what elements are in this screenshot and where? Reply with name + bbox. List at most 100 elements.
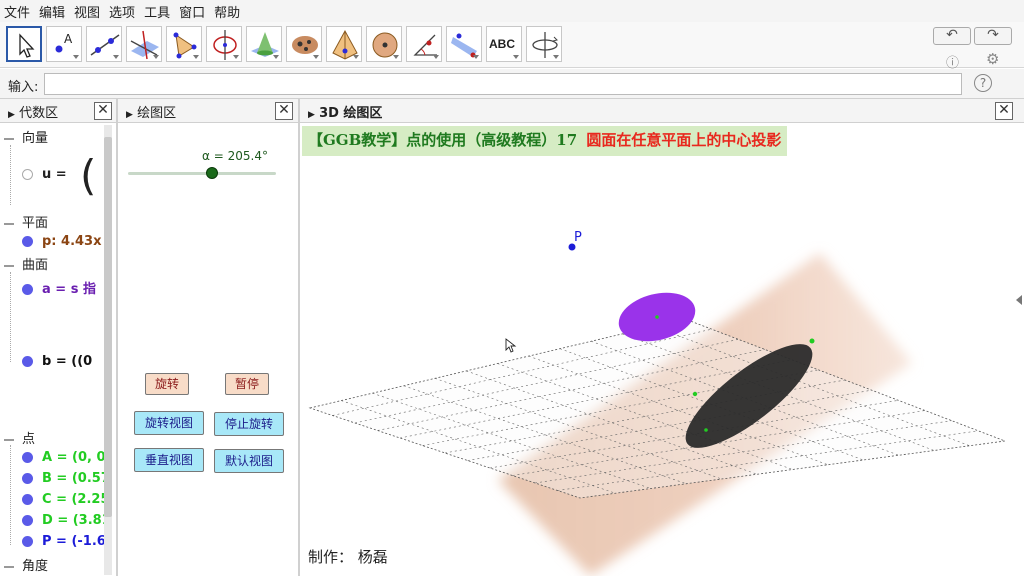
algebra-item-C[interactable]: C = (2.25 [22,492,110,507]
algebra-item-B[interactable]: B = (0.57 [22,471,110,486]
algebra-item-b[interactable]: b = ((0 [22,354,92,369]
line-tool-button[interactable] [86,26,122,62]
perpendicular-tool-button[interactable] [126,26,162,62]
point-A-text: A = (0, 0. [42,450,111,465]
menu-tools[interactable]: 工具 [144,2,170,21]
cursor-arrow-icon [19,33,35,58]
collapse-triangle-icon[interactable]: ▶ [8,110,15,120]
algebra-item-u[interactable]: u = ( [22,151,96,200]
intersect-surfaces-tool-button[interactable] [246,26,282,62]
net-tool-button[interactable] [286,26,322,62]
algebra-item-P[interactable]: P = (-1.6 [22,534,106,549]
algebra-view-title: ▶ 代数区 [8,102,58,121]
matrix-bracket-icon: ( [80,151,97,200]
point-B-text: B = (0.57 [42,471,110,486]
point-P-label: P [574,230,582,245]
gear-icon[interactable]: ⚙ [986,50,999,68]
close-graphics-view-button[interactable]: ✕ [275,102,293,120]
algebra-view: 向量 u = ( 平面 p: 4.43x 曲面 a = s 指 b = ((0 点… [0,123,116,576]
move-tool-button[interactable] [6,26,42,62]
close-algebra-view-button[interactable]: ✕ [94,102,112,120]
category-surface-label: 曲面 [22,258,49,273]
visibility-toggle[interactable] [22,356,33,367]
visibility-toggle[interactable] [22,169,33,180]
category-surface[interactable]: 曲面 [4,254,48,273]
angle-tool-button[interactable] [406,26,442,62]
default-view-button[interactable]: 默认视图 [214,449,284,473]
input-label: 输入: [8,80,39,95]
visibility-toggle[interactable] [22,494,33,505]
xy-grid-plane [308,318,1006,499]
visibility-toggle[interactable] [22,515,33,526]
visibility-toggle[interactable] [22,452,33,463]
circle-axis-tool-button[interactable] [206,26,242,62]
svg-text:A: A [64,32,73,46]
visibility-toggle[interactable] [22,536,33,547]
algebra-scrollbar-thumb[interactable] [104,137,112,517]
stop-rotate-button[interactable]: 停止旋转 [214,412,284,436]
center-point-marker[interactable] [655,315,659,319]
text-tool-button[interactable]: ABC [486,26,522,62]
vector-u-text: u = [42,167,67,182]
reflect-plane-tool-button[interactable] [446,26,482,62]
graphics-view: α = 205.4° 旋转 暂停 旋转视图 停止旋转 垂直视图 默认视图 [118,123,298,576]
algebra-item-p[interactable]: p: 4.43x [22,234,102,249]
alpha-slider-track[interactable] [128,172,276,175]
rotate-view-tool-button[interactable] [526,26,562,62]
collapse-triangle-icon[interactable]: ▶ [126,110,133,120]
visibility-toggle[interactable] [22,473,33,484]
algebra-title-text: 代数区 [19,106,59,121]
input-help-button[interactable]: ? [974,74,992,92]
sphere-tool-button[interactable] [366,26,402,62]
undo-button[interactable]: ↶ [933,27,971,45]
menu-help[interactable]: 帮助 [214,2,240,21]
pause-button[interactable]: 暂停 [225,373,269,395]
menu-edit[interactable]: 编辑 [39,2,65,21]
collapse-triangle-icon[interactable]: ▶ [308,110,315,120]
visibility-toggle[interactable] [22,284,33,295]
title-banner: 【GGB教学】点的使用（高级教程）17 圆面在任意平面上的中心投影 [302,126,788,156]
category-plane-label: 平面 [22,216,49,231]
close-graphics3d-view-button[interactable]: ✕ [995,102,1013,120]
polygon-tool-button[interactable] [166,26,202,62]
point-A-marker[interactable] [692,391,698,397]
algebra-item-a[interactable]: a = s 指 [22,278,96,297]
algebra-view-header: ▶ 代数区 ✕ [0,99,116,123]
point-tool-button[interactable]: A [46,26,82,62]
surface-b-text: b = ((0 [42,354,93,369]
redo-button[interactable]: ↷ [974,27,1012,45]
title-part-1: 【GGB教学】点的使用（高级教程）17 [308,131,578,149]
category-point[interactable]: 点 [4,428,35,447]
category-plane[interactable]: 平面 [4,212,48,231]
point-D-text: D = (3.81 [42,513,111,528]
rotate-button[interactable]: 旋转 [145,373,189,395]
algebra-item-A[interactable]: A = (0, 0. [22,450,110,465]
point-B-marker[interactable] [809,338,815,344]
point-C-marker[interactable] [704,428,708,432]
pyramid-tool-button[interactable] [326,26,362,62]
graphics-view-title: ▶ 绘图区 [126,102,176,121]
algebra-item-D[interactable]: D = (3.81 [22,513,111,528]
graphics-view-header: ▶ 绘图区 ✕ [118,99,298,123]
graphics3d-view-header: ▶ 3D 绘图区 ✕ [300,99,1024,123]
slider-label: α = 205.4° [202,149,268,163]
toolbar: A ABC ↶ ↷ ⓘ ⚙ [0,22,1024,71]
side-panel-toggle[interactable] [1016,295,1022,305]
visibility-toggle[interactable] [22,236,33,247]
rotate-view-button[interactable]: 旋转视图 [134,411,204,435]
surface-a-text: a = s 指 [42,282,96,297]
alpha-slider-handle[interactable] [206,167,218,179]
menu-file[interactable]: 文件 [4,2,30,21]
graphics-title-text: 绘图区 [137,106,177,121]
3d-scene [308,243,1006,576]
menu-window[interactable]: 窗口 [179,2,205,21]
vertical-view-button[interactable]: 垂直视图 [134,448,204,472]
graphics3d-view[interactable]: P 【GGB教学】点的使用（高级教程）17 圆面在任意平面上的中心投影 制作： … [300,123,1024,576]
author-credit: 制作： 杨磊 [308,548,388,566]
menu-view[interactable]: 视图 [74,2,100,21]
point-C-text: C = (2.25 [42,492,110,507]
input-field[interactable] [44,73,962,95]
category-angle[interactable]: 角度 [4,555,48,574]
menu-options[interactable]: 选项 [109,2,135,21]
category-vector[interactable]: 向量 [4,127,48,146]
